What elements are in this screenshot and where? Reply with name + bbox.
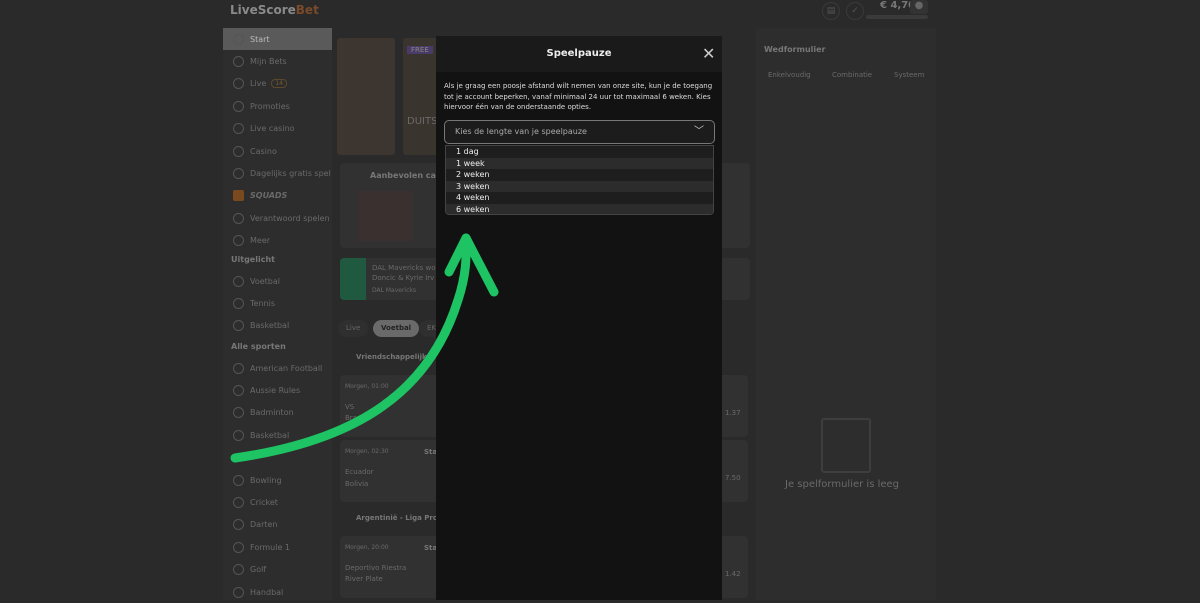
- annotation-arrow: [230, 233, 499, 463]
